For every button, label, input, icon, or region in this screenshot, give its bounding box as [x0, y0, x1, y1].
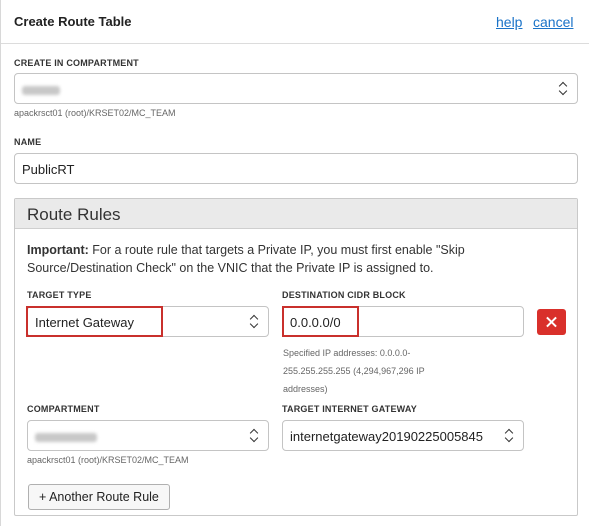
- add-route-rule-button[interactable]: + Another Route Rule: [28, 484, 170, 510]
- dialog-title: Create Route Table: [14, 14, 132, 29]
- help-link[interactable]: help: [496, 14, 522, 30]
- target-gateway-value: internetgateway20190225005845: [290, 429, 484, 444]
- destination-cidr-hint: Specified IP addresses: 0.0.0.0- 255.255…: [283, 344, 425, 398]
- destination-hint-line-1: Specified IP addresses: 0.0.0.0-: [283, 348, 411, 358]
- rule-compartment-value: [35, 429, 97, 444]
- name-input[interactable]: PublicRT: [14, 153, 578, 184]
- important-label: Important:: [27, 243, 89, 257]
- compartment-select[interactable]: [14, 73, 578, 104]
- important-note: Important: For a route rule that targets…: [27, 241, 567, 277]
- compartment-label: CREATE IN COMPARTMENT: [14, 58, 139, 68]
- dialog-header: Create Route Table help cancel: [1, 0, 589, 44]
- destination-cidr-label: DESTINATION CIDR BLOCK: [282, 290, 406, 300]
- rule-compartment-select[interactable]: [27, 420, 269, 451]
- create-route-table-dialog: Create Route Table help cancel CREATE IN…: [0, 0, 589, 526]
- compartment-select-value: [22, 82, 60, 97]
- target-type-label: TARGET TYPE: [27, 290, 92, 300]
- name-input-value: PublicRT: [22, 162, 75, 177]
- important-text: For a route rule that targets a Private …: [27, 243, 465, 275]
- name-label: NAME: [14, 137, 42, 147]
- destination-hint-line-3: addresses): [283, 384, 328, 394]
- route-rules-title: Route Rules: [27, 205, 121, 224]
- destination-cidr-highlight: [282, 306, 359, 337]
- chevron-up-down-icon: [558, 82, 568, 96]
- route-rules-panel: Route Rules Important: For a route rule …: [14, 198, 578, 516]
- chevron-up-down-icon: [249, 429, 259, 443]
- route-rules-header: Route Rules: [15, 199, 577, 229]
- rule-compartment-label: COMPARTMENT: [27, 404, 100, 414]
- target-gateway-label: TARGET INTERNET GATEWAY: [282, 404, 417, 414]
- delete-rule-button[interactable]: [537, 309, 566, 335]
- target-gateway-select[interactable]: internetgateway20190225005845: [282, 420, 524, 451]
- chevron-up-down-icon: [249, 315, 259, 329]
- rule-compartment-path-hint: apackrsct01 (root)/KRSET02/MC_TEAM: [27, 455, 189, 465]
- cancel-link[interactable]: cancel: [533, 14, 573, 30]
- chevron-up-down-icon: [504, 429, 514, 443]
- destination-hint-line-2: 255.255.255.255 (4,294,967,296 IP: [283, 366, 425, 376]
- compartment-path-hint: apackrsct01 (root)/KRSET02/MC_TEAM: [14, 108, 176, 118]
- target-type-highlight: [26, 306, 163, 337]
